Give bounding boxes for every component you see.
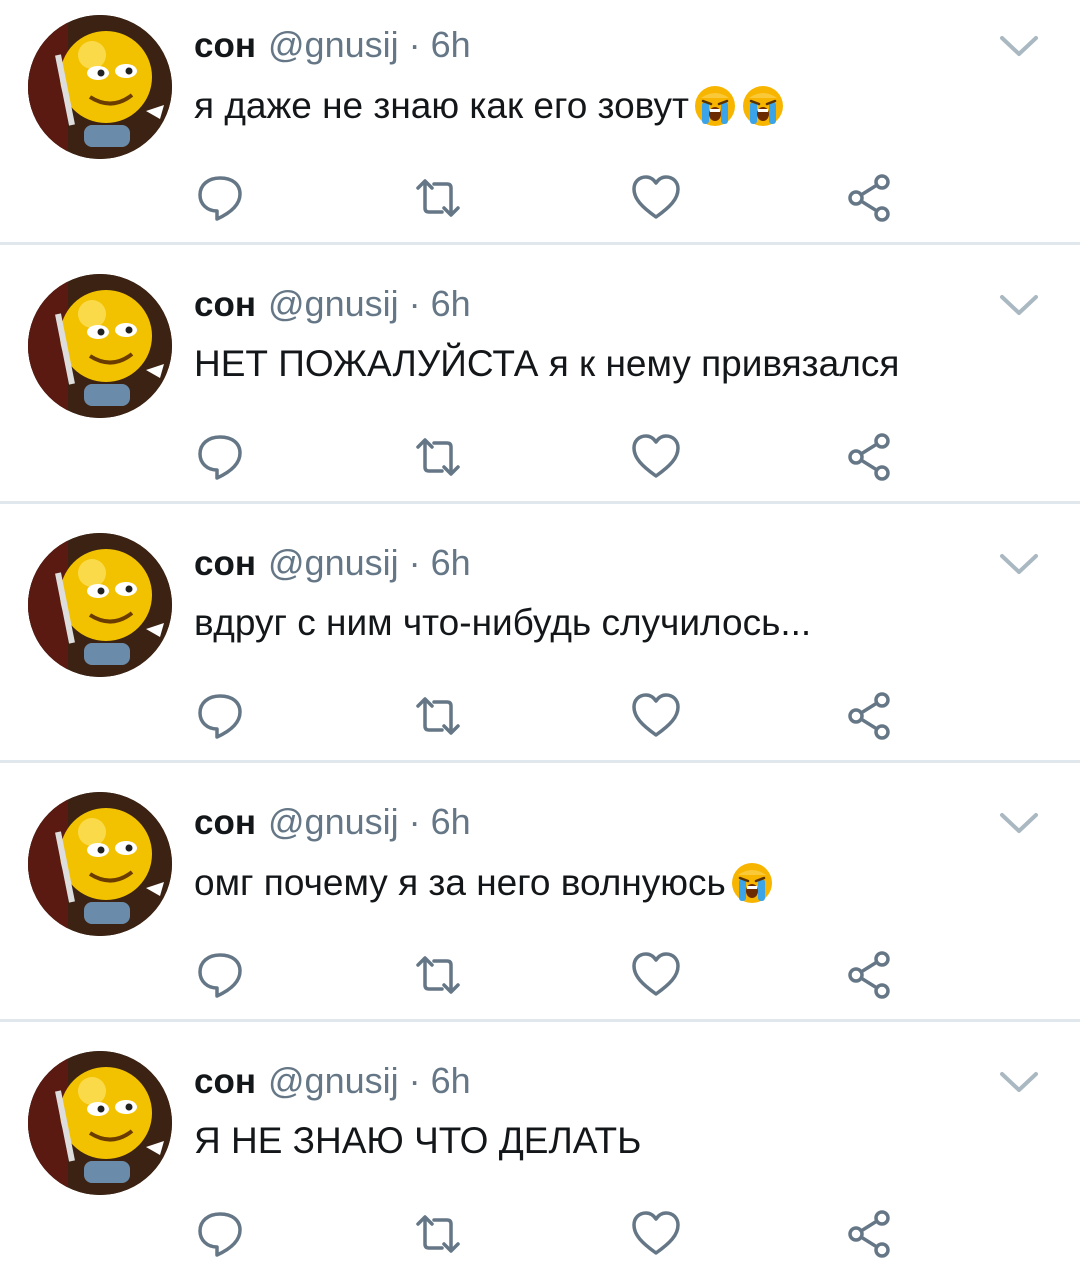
more-options-chevron-icon[interactable] [998,809,1040,837]
tweet-actions [0,947,1080,1003]
tweet-header: сон @gnusij · 6h [194,283,471,327]
more-options-chevron-icon[interactable] [998,550,1040,578]
author-name[interactable]: сон [194,544,256,584]
reply-icon[interactable] [192,170,248,226]
timestamp[interactable]: 6h [431,24,471,66]
retweet-icon[interactable] [410,1206,466,1262]
tweet-text: вдруг с ним что-нибудь случилось... [194,602,811,644]
like-icon[interactable] [628,947,684,1003]
avatar[interactable] [28,1051,172,1195]
avatar-smiley-image [28,1051,172,1195]
author-name[interactable]: сон [194,1062,256,1102]
tweet-text-content: Я НЕ ЗНАЮ ЧТО ДЕЛАТЬ [194,1120,642,1161]
tweet-text: НЕТ ПОЖАЛУЙСТА я к нему привязался [194,343,899,385]
author-name[interactable]: сон [194,26,256,66]
author-name[interactable]: сон [194,285,256,325]
tweet-text-content: омг почему я за него волнуюсь [194,862,726,903]
loudly-crying-face-icon [730,861,774,905]
retweet-icon[interactable] [410,170,466,226]
reply-icon[interactable] [192,1206,248,1262]
tweet-header: сон @gnusij · 6h [194,1060,471,1104]
share-icon[interactable] [844,947,900,1003]
author-handle[interactable]: @gnusij [268,283,399,325]
tweet-header: сон @gnusij · 6h [194,801,471,845]
like-icon[interactable] [628,1206,684,1262]
separator-dot: · [408,24,421,65]
timestamp[interactable]: 6h [431,1060,471,1102]
separator-dot: · [408,801,421,842]
author-handle[interactable]: @gnusij [268,24,399,66]
tweet-text: Я НЕ ЗНАЮ ЧТО ДЕЛАТЬ [194,1120,641,1162]
author-handle[interactable]: @gnusij [268,1060,399,1102]
reply-icon[interactable] [192,688,248,744]
avatar[interactable] [28,792,172,936]
timestamp[interactable]: 6h [431,542,471,584]
avatar-smiley-image [28,274,172,418]
more-options-chevron-icon[interactable] [998,291,1040,319]
tweet[interactable]: сон @gnusij · 6h омг почему я за него во… [0,777,1080,1022]
tweet-actions [0,170,1080,226]
tweet[interactable]: сон @gnusij · 6h Я НЕ ЗНАЮ ЧТО ДЕЛАТЬ [0,1036,1080,1281]
author-name[interactable]: сон [194,803,256,843]
avatar[interactable] [28,274,172,418]
share-icon[interactable] [844,1206,900,1262]
tweet-text: омг почему я за него волнуюсь [194,861,774,905]
author-handle[interactable]: @gnusij [268,542,399,584]
separator-dot: · [408,542,421,583]
like-icon[interactable] [628,429,684,485]
like-icon[interactable] [628,170,684,226]
like-icon[interactable] [628,688,684,744]
tweet-text-content: вдруг с ним что-нибудь случилось... [194,602,812,643]
timestamp[interactable]: 6h [431,801,471,843]
separator-dot: · [408,1060,421,1101]
tweet-feed: сон @gnusij · 6h я даже не знаю как его … [0,0,1080,1276]
retweet-icon[interactable] [410,947,466,1003]
retweet-icon[interactable] [410,429,466,485]
author-handle[interactable]: @gnusij [268,801,399,843]
tweet[interactable]: сон @gnusij · 6h НЕТ ПОЖАЛУЙСТА я к нему… [0,259,1080,504]
avatar-smiley-image [28,15,172,159]
avatar-smiley-image [28,792,172,936]
share-icon[interactable] [844,429,900,485]
loudly-crying-face-icon [693,84,737,128]
tweet-text-content: я даже не знаю как его зовут [194,85,689,126]
reply-icon[interactable] [192,429,248,485]
tweet-text: я даже не знаю как его зовут [194,84,785,128]
tweet[interactable]: сон @gnusij · 6h я даже не знаю как его … [0,0,1080,245]
tweet-header: сон @gnusij · 6h [194,24,471,68]
reply-icon[interactable] [192,947,248,1003]
tweet-header: сон @gnusij · 6h [194,542,471,586]
tweet-actions [0,688,1080,744]
avatar[interactable] [28,533,172,677]
timestamp[interactable]: 6h [431,283,471,325]
avatar[interactable] [28,15,172,159]
loudly-crying-face-icon [741,84,785,128]
tweet-actions [0,429,1080,485]
share-icon[interactable] [844,688,900,744]
tweet-actions [0,1206,1080,1262]
tweet-text-content: НЕТ ПОЖАЛУЙСТА я к нему привязался [194,343,900,384]
separator-dot: · [408,283,421,324]
more-options-chevron-icon[interactable] [998,32,1040,60]
retweet-icon[interactable] [410,688,466,744]
more-options-chevron-icon[interactable] [998,1068,1040,1096]
share-icon[interactable] [844,170,900,226]
avatar-smiley-image [28,533,172,677]
tweet[interactable]: сон @gnusij · 6h вдруг с ним что-нибудь … [0,518,1080,763]
